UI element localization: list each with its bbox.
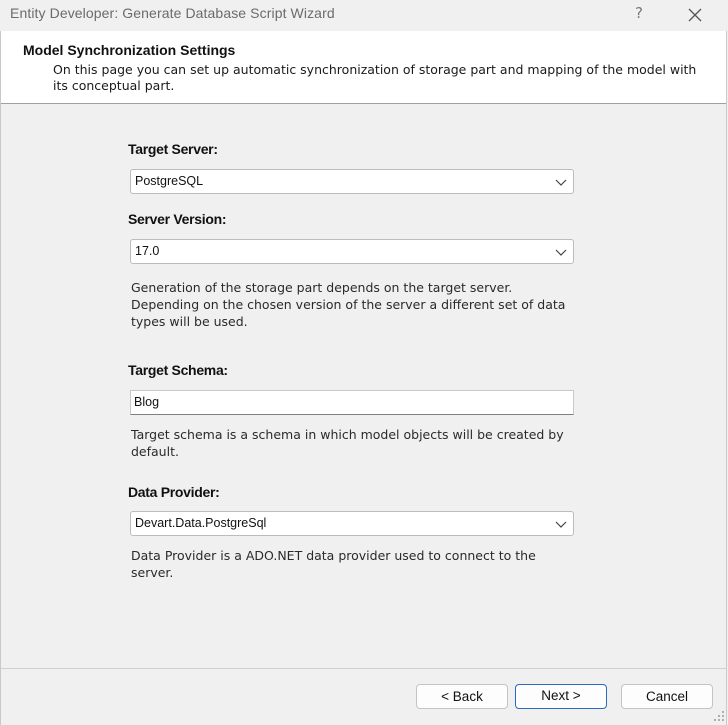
cancel-button[interactable]: Cancel [621,684,713,709]
wizard-header: Model Synchronization Settings On this p… [1,31,726,104]
data-provider-help: Data Provider is a ADO.NET data provider… [131,548,536,580]
server-version-dropdown[interactable]: 17.0 [130,239,574,264]
target-schema-value: Blog [134,395,160,409]
window-title: Entity Developer: Generate Database Scri… [10,5,335,21]
target-schema-help: Target schema is a schema in which model… [131,427,564,459]
server-version-help: Generation of the storage part depends o… [131,280,566,329]
close-icon [688,8,702,22]
server-version-label: Server Version: [128,211,227,227]
page-title: Model Synchronization Settings [23,42,236,58]
close-button[interactable] [683,3,707,27]
resize-grip-icon[interactable] [713,710,725,722]
target-schema-input[interactable]: Blog [130,390,574,415]
target-schema-label: Target Schema: [128,362,228,378]
data-provider-label: Data Provider: [128,484,220,500]
data-provider-dropdown[interactable]: Devart.Data.PostgreSql [130,511,574,536]
window-border-left [0,31,1,725]
chevron-down-icon [555,249,567,256]
server-version-value: 17.0 [135,244,160,258]
target-server-dropdown[interactable]: PostgreSQL [130,169,574,194]
back-button[interactable]: < Back [416,684,508,709]
data-provider-value: Devart.Data.PostgreSql [135,516,267,530]
chevron-down-icon [555,179,567,186]
page-description: On this page you can set up automatic sy… [53,62,697,93]
help-button[interactable]: ? [628,2,650,26]
window-border-right [726,31,727,725]
footer-divider [1,668,726,669]
target-server-label: Target Server: [128,141,218,157]
target-server-value: PostgreSQL [135,174,204,188]
chevron-down-icon [555,521,567,528]
next-button[interactable]: Next > [515,684,607,709]
title-bar: Entity Developer: Generate Database Scri… [0,0,728,31]
